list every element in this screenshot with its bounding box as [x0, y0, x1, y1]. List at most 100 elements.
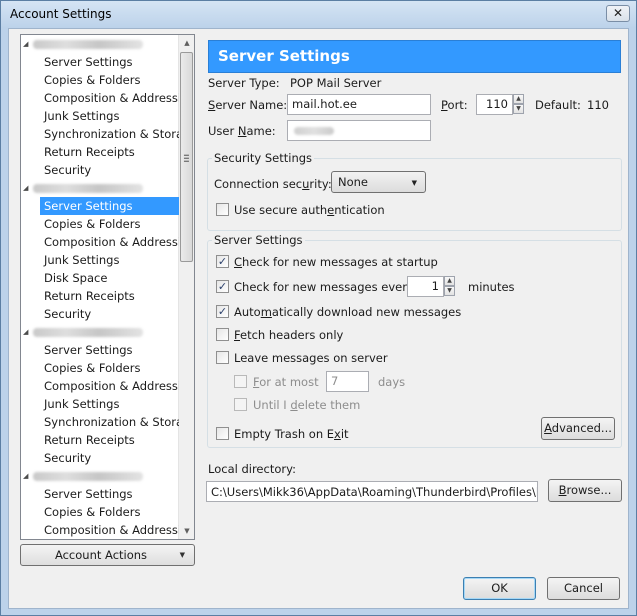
port-spinner[interactable]: ▲ ▼ [513, 94, 524, 115]
scrollbar-thumb[interactable]: ━ ━ ━ [180, 52, 193, 262]
close-button[interactable]: ✕ [606, 5, 630, 22]
for-at-most-label: For at most [253, 375, 319, 389]
secure-auth-label: Use secure authentication [234, 203, 385, 217]
tree-item[interactable]: Composition & Addressing [40, 521, 179, 539]
tree-item[interactable]: Synchronization & Storage [40, 125, 179, 143]
server-name-value: mail.hot.ee [292, 97, 357, 111]
until-delete-label: Until I delete them [253, 398, 361, 412]
tree-item[interactable]: Composition & Addressing [40, 89, 179, 107]
fetch-headers-label: Fetch headers only [234, 328, 344, 342]
browse-button[interactable]: Browse... [548, 479, 622, 502]
tree-item[interactable]: Return Receipts [40, 287, 179, 305]
expander-icon[interactable]: ◢ [23, 472, 31, 480]
account-settings-window: Account Settings ✕ ▲ ━ ━ ━ ▼ ◢ Server Setti… [0, 0, 637, 616]
expander-icon[interactable]: ◢ [23, 328, 31, 336]
spin-down-icon[interactable]: ▼ [444, 286, 455, 296]
default-port-value: 110 [587, 98, 609, 112]
check-every-checkbox[interactable]: ✓ [216, 280, 229, 293]
empty-trash-label: Empty Trash on Exit [234, 427, 349, 441]
window-title: Account Settings [10, 7, 112, 21]
tree-account-header[interactable]: ◢ [21, 467, 178, 485]
tree-account-header[interactable]: ◢ [21, 35, 178, 53]
check-startup-label: Check for new messages at startup [234, 255, 438, 269]
tree-item[interactable]: Composition & Addressing [40, 233, 179, 251]
security-settings-group: Security Settings [207, 151, 622, 231]
security-settings-title: Security Settings [212, 151, 315, 165]
dropdown-arrow-icon: ▼ [411, 179, 417, 187]
check-interval-input[interactable]: 1 [407, 276, 444, 297]
close-icon: ✕ [612, 6, 624, 20]
check-startup-checkbox[interactable]: ✓ [216, 255, 229, 268]
title-bar[interactable]: Account Settings ✕ [1, 1, 636, 28]
grip-icon: ━ ━ ━ [184, 151, 189, 166]
server-type-value: POP Mail Server [290, 76, 382, 90]
days-label: days [378, 375, 406, 389]
empty-trash-checkbox[interactable] [216, 427, 229, 440]
tree-item[interactable]: Composition & Addressing [40, 377, 179, 395]
expander-icon[interactable]: ◢ [23, 184, 31, 192]
tree-item[interactable]: Server Settings [40, 485, 179, 503]
tree-item[interactable]: Server Settings [40, 53, 179, 71]
port-label: Port: [441, 98, 468, 112]
tree-item[interactable]: Junk Settings [40, 395, 179, 413]
spin-down-icon[interactable]: ▼ [513, 104, 524, 114]
account-name-redacted [33, 40, 143, 49]
ok-button[interactable]: OK [463, 577, 536, 600]
user-name-label: User Name: [208, 124, 276, 138]
expander-icon[interactable]: ◢ [23, 40, 31, 48]
connection-security-label: Connection security: [214, 177, 332, 191]
scroll-up-icon[interactable]: ▲ [179, 35, 194, 51]
connection-security-select[interactable]: None ▼ [331, 171, 426, 193]
dropdown-arrow-icon: ▼ [179, 551, 185, 559]
fetch-headers-checkbox[interactable] [216, 328, 229, 341]
advanced-button[interactable]: Advanced... [541, 417, 615, 440]
for-at-most-value: 7 [331, 374, 339, 388]
account-name-redacted [33, 472, 143, 481]
local-directory-label: Local directory: [208, 462, 296, 476]
tree-item[interactable]: Server Settings [40, 341, 179, 359]
tree-item[interactable]: Security [40, 161, 179, 179]
account-tree[interactable]: ▲ ━ ━ ━ ▼ ◢ Server Settings Copies & Folders… [20, 34, 195, 540]
page-title: Server Settings [218, 47, 350, 65]
secure-auth-checkbox[interactable] [216, 203, 229, 216]
leave-on-server-checkbox[interactable] [216, 351, 229, 364]
tree-item[interactable]: Junk Settings [40, 251, 179, 269]
account-actions-label: Account Actions [54, 548, 148, 562]
tree-item[interactable]: Server Settings [40, 197, 179, 215]
check-interval-value: 1 [431, 279, 439, 293]
tree-item[interactable]: Security [40, 305, 179, 323]
user-name-input[interactable] [287, 120, 431, 141]
connection-security-value: None [338, 175, 369, 189]
tree-item[interactable]: Copies & Folders [40, 359, 179, 377]
account-actions-button[interactable]: Account Actions ▼ [20, 544, 195, 566]
tree-item[interactable]: Security [40, 449, 179, 467]
until-delete-checkbox[interactable] [234, 398, 247, 411]
for-at-most-input[interactable]: 7 [326, 371, 369, 392]
spin-up-icon[interactable]: ▲ [444, 276, 455, 286]
tree-item[interactable]: Copies & Folders [40, 71, 179, 89]
port-input[interactable]: 110 [476, 94, 513, 115]
check-interval-spinner[interactable]: ▲ ▼ [444, 276, 455, 297]
tree-item[interactable]: Junk Settings [40, 107, 179, 125]
user-name-value-redacted [294, 127, 334, 135]
tree-account-header[interactable]: ◢ [21, 179, 178, 197]
minutes-label: minutes [468, 280, 515, 294]
tree-scrollbar[interactable]: ▲ ━ ━ ━ ▼ [178, 35, 194, 539]
server-name-input[interactable]: mail.hot.ee [287, 94, 431, 115]
auto-download-checkbox[interactable]: ✓ [216, 305, 229, 318]
spin-up-icon[interactable]: ▲ [513, 94, 524, 104]
server-settings-title: Server Settings [212, 233, 305, 247]
auto-download-label: Automatically download new messages [234, 305, 462, 319]
scroll-down-icon[interactable]: ▼ [179, 523, 194, 539]
tree-item[interactable]: Disk Space [40, 269, 179, 287]
local-directory-input[interactable]: C:\Users\Mikk36\AppData\Roaming\Thunderb… [206, 481, 538, 502]
tree-item[interactable]: Copies & Folders [40, 215, 179, 233]
server-type-label: Server Type: [208, 76, 280, 90]
tree-item[interactable]: Copies & Folders [40, 503, 179, 521]
for-at-most-checkbox[interactable] [234, 375, 247, 388]
tree-item[interactable]: Synchronization & Storage [40, 413, 179, 431]
cancel-button[interactable]: Cancel [547, 577, 620, 600]
tree-item[interactable]: Return Receipts [40, 431, 179, 449]
tree-account-header[interactable]: ◢ [21, 323, 178, 341]
tree-item[interactable]: Return Receipts [40, 143, 179, 161]
